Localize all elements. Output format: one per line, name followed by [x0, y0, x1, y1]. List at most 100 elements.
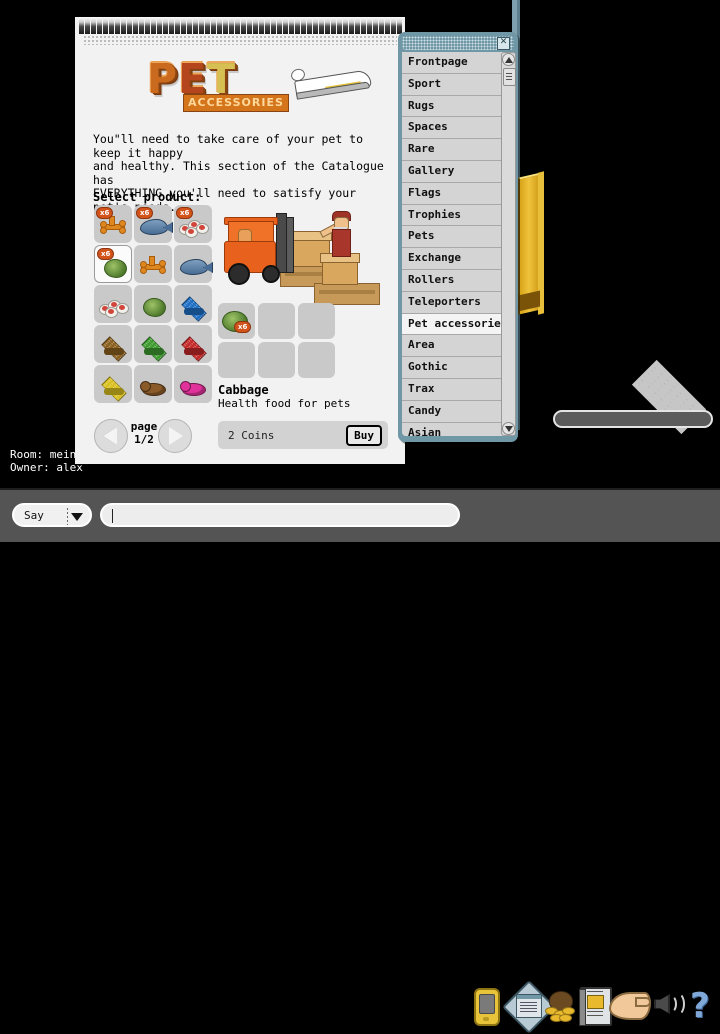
product-cell-bones[interactable]: x6 [94, 205, 132, 243]
chat-mode-dropdown[interactable]: Say [12, 503, 92, 527]
dropdown-divider [67, 508, 68, 525]
spiral-ring [97, 17, 102, 34]
spiral-ring [325, 17, 330, 34]
spiral-ring [265, 17, 270, 34]
category-item-pets[interactable]: Pets [402, 226, 514, 249]
spiral-ring [253, 17, 258, 34]
category-panel-titlebar[interactable]: ✕ [402, 36, 514, 50]
category-list[interactable]: Frontpage Sport Rugs Spaces Rare Gallery Flags… [402, 52, 514, 436]
cabbage-single-icon [134, 285, 172, 323]
dotted-band [83, 35, 397, 45]
buy-button[interactable]: Buy [346, 425, 382, 446]
category-item-trophies[interactable]: Trophies [402, 204, 514, 227]
logo-letter-p: P [147, 55, 179, 103]
spiral-ring [259, 17, 264, 34]
spiral-ring [361, 17, 366, 34]
coins-icon[interactable] [540, 984, 580, 1026]
spiral-ring [355, 17, 360, 34]
category-item-sport[interactable]: Sport [402, 73, 514, 96]
spiral-ring [91, 17, 96, 34]
category-item-frontpage[interactable]: Frontpage [402, 52, 514, 74]
preview-slot-empty [298, 303, 335, 339]
product-cell-meat-plates[interactable]: x6 [174, 205, 212, 243]
chevron-left-icon [103, 427, 117, 445]
spiral-ring [307, 17, 312, 34]
spiral-ring [337, 17, 342, 34]
pet-pink-icon [174, 365, 212, 403]
product-grid[interactable]: x6 x6 x6 x6 [94, 205, 213, 403]
category-item-flags[interactable]: Flags [402, 182, 514, 205]
scroll-up-icon[interactable] [502, 53, 515, 66]
spiral-ring [385, 17, 390, 34]
category-item-rugs[interactable]: Rugs [402, 95, 514, 118]
preview-slot-empty [218, 342, 255, 378]
product-cell-blanket-brown[interactable] [94, 325, 132, 363]
scroll-down-icon[interactable] [502, 422, 515, 435]
empty-chat-bubble [553, 410, 713, 428]
product-cell-blanket-green[interactable] [134, 325, 172, 363]
product-cell-fish-single[interactable] [174, 245, 212, 283]
product-cell-meat-single[interactable] [94, 285, 132, 323]
category-item-candy[interactable]: Candy [402, 400, 514, 423]
category-item-gallery[interactable]: Gallery [402, 160, 514, 183]
preview-slot-empty [298, 342, 335, 378]
product-cell-blanket-red[interactable] [174, 325, 212, 363]
page-indicator: page 1/2 [130, 420, 158, 446]
forklift-wheel-rear [262, 265, 280, 283]
product-cell-cabbage[interactable]: x6 [94, 245, 132, 283]
blanket-green-icon [134, 325, 172, 363]
accessories-banner: ACCESSORIES [183, 94, 289, 112]
page-label: page [130, 420, 158, 433]
quantity-badge: x6 [176, 207, 194, 219]
spiral-ring [373, 17, 378, 34]
category-item-pet-accessories[interactable]: Pet accessories [402, 313, 514, 336]
spiral-ring [379, 17, 384, 34]
spiral-ring [229, 17, 234, 34]
spiral-ring [187, 17, 192, 34]
spiral-ring [301, 17, 306, 34]
category-item-rollers[interactable]: Rollers [402, 269, 514, 292]
slot-count-badge: x6 [234, 321, 252, 333]
category-item-area[interactable]: Area [402, 335, 514, 358]
category-item-teleporters[interactable]: Teleporters [402, 291, 514, 314]
category-item-spaces[interactable]: Spaces [402, 117, 514, 140]
select-product-label: Select product: [93, 190, 202, 204]
pet-brown-icon [134, 365, 172, 403]
page-prev-button[interactable] [94, 419, 128, 453]
console-icon[interactable] [468, 984, 508, 1026]
product-cell-cabbage-single[interactable] [134, 285, 172, 323]
forklift-mast-2 [286, 217, 294, 273]
preview-slot-empty [258, 342, 295, 378]
product-cell-fish[interactable]: x6 [134, 205, 172, 243]
chat-input[interactable] [100, 503, 460, 527]
quantity-badge: x6 [136, 207, 154, 219]
spiral-ring [271, 17, 276, 34]
hand-icon[interactable] [608, 984, 651, 1026]
category-item-exchange[interactable]: Exchange [402, 248, 514, 270]
page-number: 1/2 [134, 433, 154, 446]
help-glyph: ? [690, 986, 710, 1026]
product-cell-blanket-yellow[interactable] [94, 365, 132, 403]
category-item-trax[interactable]: Trax [402, 378, 514, 401]
spiral-ring [157, 17, 162, 34]
spiral-ring [331, 17, 336, 34]
spiral-ring [217, 17, 222, 34]
category-item-asian[interactable]: Asian [402, 422, 514, 436]
product-cell-pet-brown[interactable] [134, 365, 172, 403]
page-next-button[interactable] [158, 419, 192, 453]
scrollbar-thumb[interactable] [503, 68, 516, 86]
preview-slot-grid: x6 [218, 303, 336, 379]
fish-single-icon [174, 245, 212, 283]
category-item-gothic[interactable]: Gothic [402, 357, 514, 379]
category-scrollbar[interactable] [501, 52, 516, 436]
product-cell-bones-single[interactable] [134, 245, 172, 283]
product-cell-pet-pink[interactable] [174, 365, 212, 403]
product-cell-blanket-blue[interactable] [174, 285, 212, 323]
pet-accessories-logo: PET ACCESSORIES [91, 53, 391, 119]
quantity-badge: x6 [96, 207, 114, 219]
help-icon[interactable]: ? [684, 984, 720, 1026]
spiral-ring [139, 17, 144, 34]
close-icon[interactable]: ✕ [497, 37, 510, 50]
spiral-ring [205, 17, 210, 34]
category-item-rare[interactable]: Rare [402, 139, 514, 161]
